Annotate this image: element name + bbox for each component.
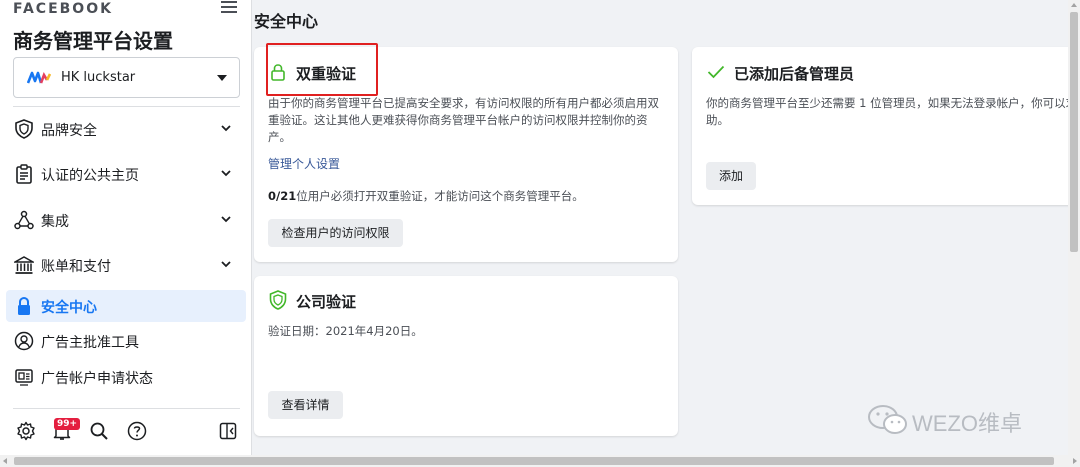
shield-icon: [15, 119, 33, 139]
scroll-thumb[interactable]: [1070, 12, 1078, 252]
vertical-scrollbar[interactable]: [1068, 0, 1080, 455]
scroll-up-icon[interactable]: [1071, 3, 1077, 7]
divider: [13, 408, 240, 409]
verification-date: 验证日期：2021年4月20日。: [268, 324, 423, 338]
check-user-access-button[interactable]: 检查用户的访问权限: [268, 219, 403, 247]
chevron-down-icon: [221, 125, 231, 132]
scroll-right-icon[interactable]: [1073, 458, 1077, 464]
watermark: WEZO维卓: [866, 402, 1056, 438]
card-description: 由于你的商务管理平台已提高安全要求，有访问权限的所有用户都必须启用双重验证。这让…: [268, 96, 659, 144]
sidebar-item-verified-pages[interactable]: 认证的公共主页: [6, 158, 246, 190]
help-icon[interactable]: [127, 421, 147, 441]
page-title: 安全中心: [254, 12, 319, 31]
card-title: 已添加后备管理员: [734, 65, 855, 83]
chevron-down-icon: [221, 216, 231, 223]
checkmark-icon: [707, 65, 725, 79]
menu-icon[interactable]: [221, 1, 237, 15]
sidebar-item-label: 品牌安全: [41, 123, 97, 139]
add-admin-button[interactable]: 添加: [706, 162, 756, 190]
clipboard-icon: [16, 164, 32, 184]
search-icon[interactable]: [89, 421, 109, 441]
sidebar-item-label: 认证的公共主页: [41, 168, 139, 184]
sidebar-item-label: 账单和支付: [41, 259, 111, 275]
company-verification-card: 公司验证 验证日期：2021年4月20日。 查看详情: [254, 276, 678, 436]
chevron-down-icon: [221, 170, 231, 177]
card-description: 你的商务管理平台至少还需要 1 位管理员，如果无法登录帐户，你可以求助。: [706, 96, 1078, 127]
account-name: HK luckstar: [61, 70, 136, 85]
account-logo-icon: [27, 71, 51, 84]
sidebar-item-ad-account-requests[interactable]: 广告帐户申请状态: [6, 361, 246, 393]
bank-icon: [14, 256, 34, 274]
sidebar-item-security-center[interactable]: 安全中心: [6, 290, 246, 322]
divider: [13, 106, 240, 107]
sidebar-item-brand-safety[interactable]: 品牌安全: [6, 113, 246, 145]
lock-icon: [18, 296, 30, 315]
person-circle-icon: [14, 331, 34, 351]
facebook-brand: FACEBOOK: [13, 1, 113, 17]
horizontal-scrollbar[interactable]: [0, 455, 1080, 467]
scroll-left-icon[interactable]: [3, 458, 7, 464]
card-title: 公司验证: [296, 293, 357, 311]
scroll-thumb[interactable]: [14, 457, 1054, 465]
ad-account-icon: [15, 369, 33, 386]
manage-personal-settings-link[interactable]: 管理个人设置: [268, 155, 340, 172]
status-count: 0/21: [268, 189, 297, 203]
status-text: 0/21位用户必须打开双重验证，才能访问这个商务管理平台。: [268, 188, 668, 205]
backup-admin-card: 已添加后备管理员 你的商务管理平台至少还需要 1 位管理员，如果无法登录帐户，你…: [692, 47, 1080, 205]
shield-check-icon: [269, 290, 287, 310]
view-details-button[interactable]: 查看详情: [268, 391, 343, 419]
integration-icon: [14, 210, 34, 230]
sidebar-item-integrations[interactable]: 集成: [6, 204, 246, 236]
highlight-box: [266, 43, 378, 96]
watermark-text: WEZO维卓: [912, 411, 1022, 436]
sidebar-item-advertiser-approval[interactable]: 广告主批准工具: [6, 325, 246, 357]
status-message: 位用户必须打开双重验证，才能访问这个商务管理平台。: [296, 189, 584, 203]
chevron-down-icon: [221, 261, 231, 268]
app-title: 商务管理平台设置: [13, 29, 173, 53]
sidebar: FACEBOOK 商务管理平台设置 HK luckstar 品牌安全 认证的公共…: [0, 0, 252, 455]
sidebar-item-label: 安全中心: [41, 300, 97, 316]
collapse-sidebar-icon[interactable]: [218, 421, 238, 441]
chevron-down-icon: [217, 75, 227, 81]
notification-badge: 99+: [54, 418, 81, 430]
sidebar-item-label: 广告主批准工具: [41, 335, 139, 351]
wechat-icon: [868, 405, 907, 434]
sidebar-item-label: 集成: [41, 214, 69, 230]
account-selector[interactable]: HK luckstar: [13, 57, 240, 98]
sidebar-item-billing[interactable]: 账单和支付: [6, 249, 246, 281]
gear-icon[interactable]: [16, 421, 36, 441]
sidebar-item-label: 广告帐户申请状态: [41, 371, 153, 387]
